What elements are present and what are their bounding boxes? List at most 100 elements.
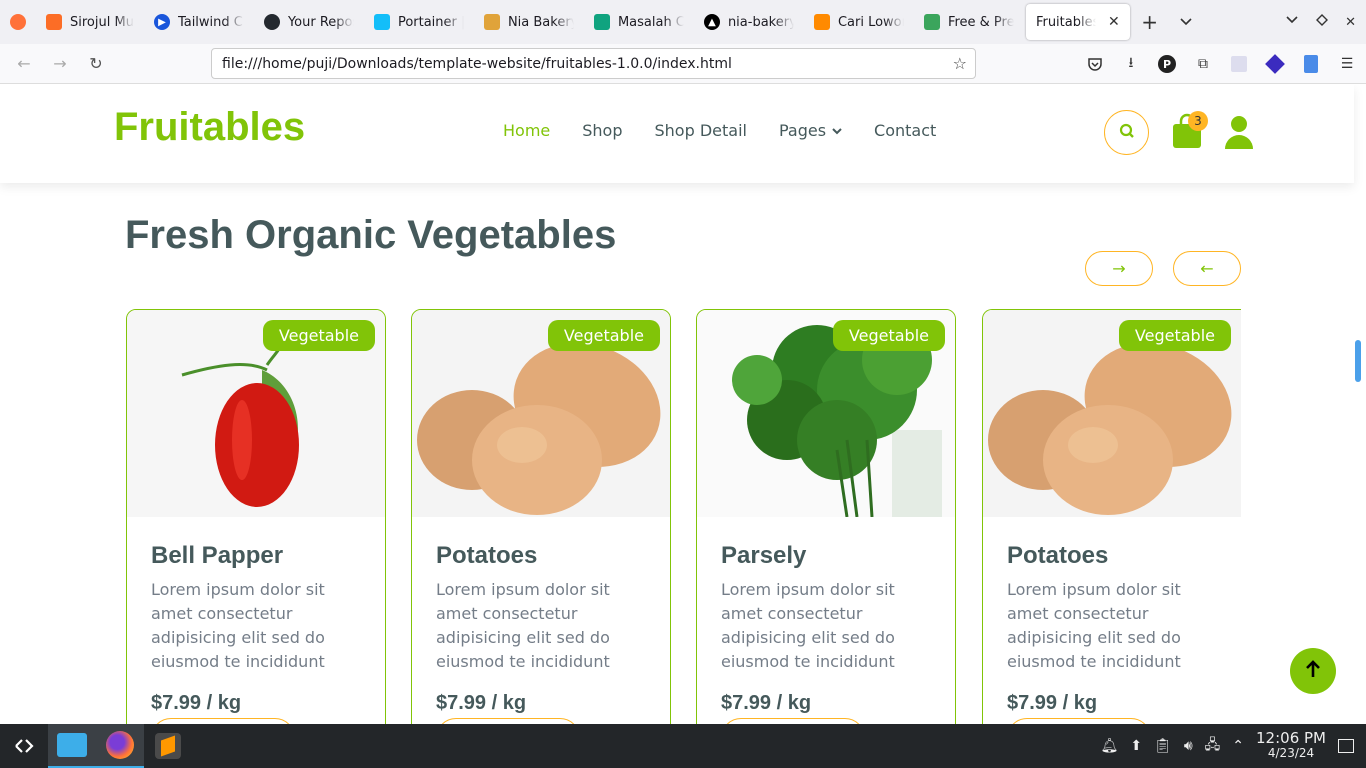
menu-shop-detail[interactable]: Shop Detail xyxy=(655,121,747,140)
browser-tab-strip: Sirojul Mu ▶ Tailwind CS Your Repos Porta… xyxy=(0,0,1366,44)
shopping-bag-icon xyxy=(1172,113,1202,153)
cart-count-badge: 3 xyxy=(1188,111,1208,131)
tab-title: Your Repos xyxy=(287,14,354,30)
product-price: $7.99 / kg xyxy=(1007,692,1098,714)
tab-3[interactable]: Your Repos xyxy=(254,4,364,40)
menu-shop[interactable]: Shop xyxy=(582,121,622,140)
tab-7[interactable]: ▲ nia-bakery xyxy=(694,4,804,40)
forward-icon[interactable]: → xyxy=(42,48,78,80)
tray-expand-icon[interactable]: ⌃ xyxy=(1232,738,1244,754)
updates-icon[interactable]: ⬆ xyxy=(1130,738,1142,754)
search-icon xyxy=(1119,123,1135,143)
network-icon[interactable]: 🖧 xyxy=(1205,734,1221,758)
github-icon xyxy=(263,14,280,30)
close-tab-icon[interactable]: ✕ xyxy=(1108,14,1120,30)
url-bar[interactable]: file:///home/puji/Downloads/template-web… xyxy=(211,48,976,79)
category-tag: Vegetable xyxy=(262,320,375,351)
product-name[interactable]: Potatoes xyxy=(1007,542,1108,570)
tab-8[interactable]: Cari Lowon xyxy=(804,4,914,40)
os-taskbar: 🔔︎ ⬆ 📋︎ 🔊︎ 🖧 ⌃ 12:06 PM 4/23/24 xyxy=(0,724,1366,768)
tab-1[interactable]: Sirojul Mu xyxy=(36,4,144,40)
section-title: Fresh Organic Vegetables xyxy=(125,213,617,257)
file-manager-icon[interactable] xyxy=(48,724,96,768)
pocket-icon[interactable] xyxy=(1084,53,1106,75)
tab-2[interactable]: ▶ Tailwind CS xyxy=(144,4,254,40)
product-card[interactable]: Vegetable Bell Papper Lorem ipsum dolor … xyxy=(126,309,386,724)
portainer-icon xyxy=(373,14,390,30)
web-page: Fruitables Home Shop Shop Detail Pages C… xyxy=(0,85,1366,724)
product-card[interactable]: Vegetable Potatoes Lorem ipsum dolor sit… xyxy=(982,309,1241,724)
notifications-icon[interactable]: 🔔︎ xyxy=(1101,738,1119,754)
list-tabs-icon[interactable] xyxy=(1168,4,1204,40)
site-header: Fruitables Home Shop Shop Detail Pages C… xyxy=(0,85,1354,183)
back-to-top-button[interactable] xyxy=(1290,648,1336,694)
page-scrollbar-thumb[interactable] xyxy=(1355,340,1361,382)
product-card[interactable]: Vegetable Parsely Lorem ipsum dolor sit … xyxy=(696,309,956,724)
tab-title: Nia Bakery xyxy=(507,14,574,30)
chevron-down-icon xyxy=(832,121,842,140)
new-tab-icon[interactable]: + xyxy=(1132,4,1168,40)
tab-active[interactable]: Fruitables - V ✕ xyxy=(1025,4,1130,40)
tab-title: Cari Lowon xyxy=(837,14,904,30)
clock[interactable]: 12:06 PM 4/23/24 xyxy=(1256,731,1326,761)
category-tag: Vegetable xyxy=(832,320,945,351)
extension-sidebar-icon[interactable] xyxy=(1300,53,1322,75)
category-tag: Vegetable xyxy=(1118,320,1231,351)
menu-hamburger-icon[interactable]: ☰ xyxy=(1336,53,1358,75)
product-card[interactable]: Vegetable Potatoes Lorem ipsum dolor sit… xyxy=(411,309,671,724)
extensions-icon[interactable]: ⧉ xyxy=(1192,53,1214,75)
clipboard-icon[interactable]: 📋︎ xyxy=(1154,738,1172,754)
show-desktop-icon[interactable] xyxy=(1338,739,1354,753)
menu-pages[interactable]: Pages xyxy=(779,121,842,140)
system-tray: 🔔︎ ⬆ 📋︎ 🔊︎ 🖧 ⌃ 12:06 PM 4/23/24 xyxy=(1101,724,1366,768)
browser-navbar: ← → ↻ file:///home/puji/Downloads/templa… xyxy=(0,44,1366,84)
minimize-icon[interactable] xyxy=(1285,13,1299,31)
tab-title: Portainer | xyxy=(397,14,464,30)
app-launcher-icon[interactable] xyxy=(0,724,48,768)
leaf-icon xyxy=(923,14,940,30)
tab-title: Free & Pre xyxy=(947,14,1014,30)
carousel-prev-button[interactable]: ← xyxy=(1173,251,1241,286)
product-image-potatoes: Vegetable xyxy=(983,310,1241,517)
user-account-button[interactable] xyxy=(1224,115,1254,153)
product-description: Lorem ipsum dolor sit amet consectetur a… xyxy=(436,580,610,671)
chatgpt-icon xyxy=(593,14,610,30)
tab-title: Fruitables - V xyxy=(1035,14,1096,30)
arrow-up-icon xyxy=(1305,660,1321,682)
bookmark-star-icon[interactable]: ☆ xyxy=(953,54,967,73)
product-name[interactable]: Bell Papper xyxy=(151,542,283,570)
product-name[interactable]: Parsely xyxy=(721,542,806,570)
product-price: $7.99 / kg xyxy=(151,692,242,714)
category-tag: Vegetable xyxy=(547,320,660,351)
tab-title: Tailwind CS xyxy=(177,14,244,30)
extension-grid-icon[interactable] xyxy=(1228,53,1250,75)
reload-icon[interactable]: ↻ xyxy=(78,48,114,80)
brand-logo[interactable]: Fruitables xyxy=(114,105,305,150)
window-controls: ✕ xyxy=(1285,0,1356,44)
product-name[interactable]: Potatoes xyxy=(436,542,537,570)
back-icon[interactable]: ← xyxy=(6,48,42,80)
maximize-icon[interactable] xyxy=(1315,13,1329,31)
sublime-text-icon[interactable] xyxy=(144,724,192,768)
downloads-icon[interactable]: ⭳ xyxy=(1120,53,1142,75)
close-window-icon[interactable]: ✕ xyxy=(1345,15,1356,30)
search-button[interactable] xyxy=(1104,110,1149,155)
tab-9[interactable]: Free & Pre xyxy=(914,4,1024,40)
tab-6[interactable]: Masalah Co xyxy=(584,4,694,40)
tab-title: nia-bakery xyxy=(727,14,794,30)
tab-5[interactable]: Nia Bakery xyxy=(474,4,584,40)
carousel-next-button[interactable]: → xyxy=(1085,251,1153,286)
product-image-bell-pepper: Vegetable xyxy=(127,310,385,517)
clock-date: 4/23/24 xyxy=(1267,746,1315,760)
tab-4[interactable]: Portainer | xyxy=(364,4,474,40)
firefox-taskbar-icon[interactable] xyxy=(96,724,144,768)
profile-p-icon[interactable]: P xyxy=(1156,53,1178,75)
tab-firefox-view[interactable] xyxy=(0,4,36,40)
menu-home[interactable]: Home xyxy=(503,121,550,140)
menu-contact[interactable]: Contact xyxy=(874,121,936,140)
volume-icon[interactable]: 🔊︎ xyxy=(1184,738,1193,754)
arrow-right-icon: → xyxy=(1112,259,1126,278)
extension-diamond-icon[interactable] xyxy=(1264,53,1286,75)
product-description: Lorem ipsum dolor sit amet consectetur a… xyxy=(1007,580,1181,671)
product-description: Lorem ipsum dolor sit amet consectetur a… xyxy=(151,580,325,671)
